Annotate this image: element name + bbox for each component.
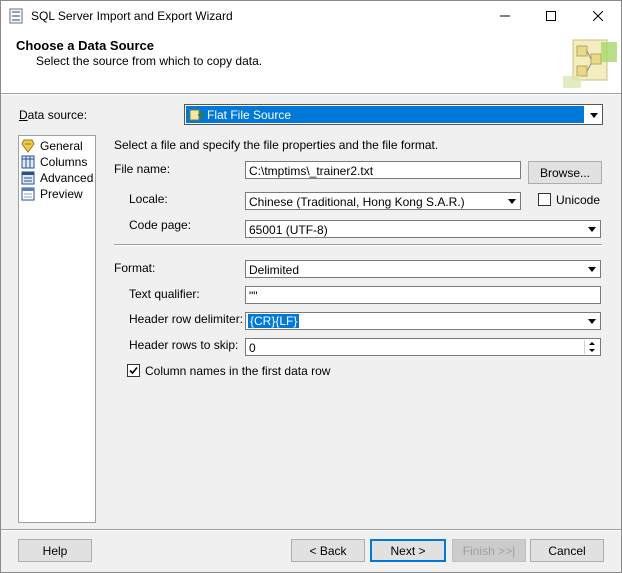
data-source-label: Data source:	[19, 108, 88, 122]
header-rows-to-skip-value: 0	[249, 341, 256, 355]
code-page-select[interactable]: 65001 (UTF-8)	[245, 220, 601, 238]
maximize-button[interactable]	[528, 1, 574, 31]
help-button[interactable]: Help	[18, 539, 92, 562]
code-page-label: Code page:	[129, 218, 192, 232]
header-divider	[1, 93, 621, 95]
file-name-value: C:\tmptims\_trainer2.txt	[249, 164, 374, 178]
code-page-value: 65001 (UTF-8)	[249, 223, 328, 237]
columns-icon	[21, 155, 35, 169]
header-rows-to-skip-label: Header rows to skip:	[129, 338, 239, 352]
checkmark-icon	[129, 366, 138, 375]
chevron-down-icon[interactable]	[585, 222, 599, 236]
title-bar: SQL Server Import and Export Wizard	[1, 1, 621, 31]
general-icon	[21, 139, 35, 153]
minimize-button[interactable]	[482, 1, 528, 31]
cancel-button[interactable]: Cancel	[530, 539, 604, 562]
back-button[interactable]: < Back	[291, 539, 365, 562]
header-rows-to-skip-stepper[interactable]: 0	[245, 338, 601, 356]
finish-button[interactable]: Finish >>|	[452, 539, 526, 562]
data-source-value: Flat File Source	[207, 108, 292, 122]
page-title: Choose a Data Source	[16, 38, 154, 53]
locale-value: Chinese (Traditional, Hong Kong S.A.R.)	[249, 195, 465, 209]
chevron-down-icon[interactable]	[585, 262, 599, 276]
file-name-input[interactable]: C:\tmptims\_trainer2.txt	[245, 161, 521, 179]
text-qualifier-value: ""	[249, 289, 258, 303]
page-navigation: General Columns Advanced Preview	[18, 135, 96, 523]
header-row-delimiter-label: Header row delimiter:	[129, 312, 244, 326]
format-select[interactable]: Delimited	[245, 260, 601, 278]
footer-divider	[1, 529, 621, 531]
browse-button[interactable]: Browse...	[528, 161, 602, 184]
page-subtitle: Select the source from which to copy dat…	[36, 54, 263, 68]
close-button[interactable]	[575, 1, 621, 31]
section-divider	[114, 244, 602, 246]
spin-down-icon[interactable]	[585, 347, 599, 354]
file-name-label: File name:	[114, 162, 171, 176]
unicode-checkbox[interactable]	[538, 193, 551, 206]
wizard-graphic-icon	[561, 36, 619, 91]
text-qualifier-label: Text qualifier:	[129, 287, 200, 301]
preview-icon	[21, 187, 35, 201]
column-names-label: Column names in the first data row	[145, 364, 331, 378]
advanced-icon	[21, 171, 35, 185]
format-value: Delimited	[249, 263, 300, 277]
spin-up-icon[interactable]	[585, 340, 599, 347]
text-qualifier-input[interactable]: ""	[245, 286, 601, 304]
nav-item-columns[interactable]: Columns	[21, 154, 87, 170]
window-title: SQL Server Import and Export Wizard	[31, 9, 233, 23]
nav-item-advanced[interactable]: Advanced	[21, 170, 93, 186]
header-row-delimiter-select[interactable]: {CR}{LF}	[245, 312, 601, 330]
locale-label: Locale:	[129, 192, 168, 206]
next-button[interactable]: Next >	[370, 539, 446, 562]
nav-item-general[interactable]: General	[21, 138, 83, 154]
chevron-down-icon[interactable]	[585, 314, 599, 328]
locale-select[interactable]: Chinese (Traditional, Hong Kong S.A.R.)	[245, 192, 521, 210]
instruction-text: Select a file and specify the file prope…	[114, 138, 439, 152]
column-names-checkbox[interactable]	[127, 364, 140, 377]
flat-file-icon	[189, 108, 206, 122]
chevron-down-icon[interactable]	[587, 108, 601, 122]
app-icon	[9, 8, 23, 24]
nav-item-preview[interactable]: Preview	[21, 186, 83, 202]
wizard-header: Choose a Data Source Select the source f…	[1, 31, 621, 93]
chevron-down-icon[interactable]	[505, 194, 519, 208]
header-row-delimiter-value: {CR}{LF}	[248, 314, 300, 328]
unicode-label: Unicode	[556, 193, 601, 207]
format-label: Format:	[114, 261, 156, 275]
data-source-select[interactable]: Flat File Source	[184, 104, 603, 125]
spin-buttons[interactable]	[584, 340, 599, 354]
wizard-window: SQL Server Import and Export Wizard Choo…	[0, 0, 622, 573]
